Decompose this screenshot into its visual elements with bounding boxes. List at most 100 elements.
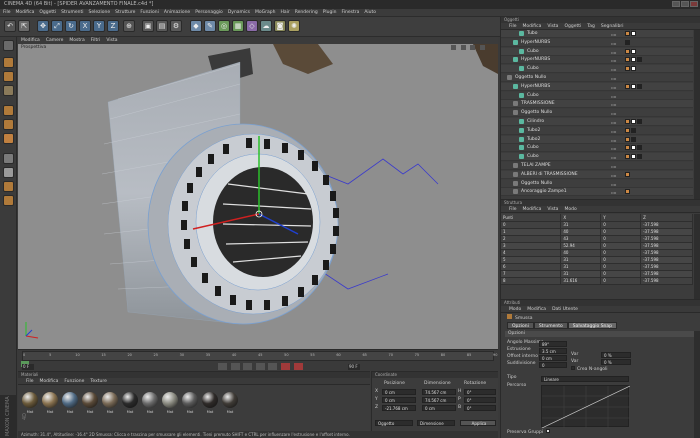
tag-icon[interactable]: [637, 145, 642, 151]
viewport-menu-mostra[interactable]: Mostra: [69, 37, 84, 44]
table-row[interactable]: 7 31 0 -37.598: [501, 270, 693, 278]
visibility-dots[interactable]: ▫▫: [611, 145, 621, 151]
structure-menu-vista[interactable]: Vista: [547, 206, 558, 212]
menu-hair[interactable]: Hair: [280, 9, 289, 16]
axis-lock-icon[interactable]: [3, 167, 14, 178]
timeline-end-field[interactable]: 90 F: [348, 364, 360, 370]
structure-scrollbar[interactable]: [694, 214, 700, 300]
timeline-ruler[interactable]: 0 5 10 15 20 25 30 35 40 45 50 55 60 65 70 75 80 85 90: [22, 351, 497, 361]
menu-dynamics[interactable]: Dynamics: [228, 9, 250, 16]
tag-icon[interactable]: [637, 154, 642, 160]
coordinate-mode-select[interactable]: Oggetto: [375, 420, 413, 426]
object-row[interactable]: HyperNURBS ▫▫: [501, 38, 693, 47]
dimension-field[interactable]: 74.567 cm: [422, 389, 456, 395]
perspective-viewport[interactable]: Prospettiva: [18, 44, 498, 349]
attribute-menu-modifica[interactable]: Modifica: [527, 306, 546, 312]
menu-finestra[interactable]: Finestra: [341, 9, 359, 16]
tag-icon[interactable]: [625, 154, 630, 160]
menu-animazione[interactable]: Animazione: [164, 9, 190, 16]
move-icon[interactable]: ✥: [37, 20, 49, 32]
pen-icon[interactable]: ✎: [204, 20, 216, 32]
structure-menu-modifica[interactable]: Modifica: [523, 206, 542, 212]
material-swatch[interactable]: [62, 392, 78, 408]
object-menu-oggetti[interactable]: Oggetti: [564, 23, 581, 29]
live-selection-icon[interactable]: ⇱: [18, 20, 30, 32]
tag-icon[interactable]: [631, 83, 636, 89]
visibility-dots[interactable]: ▫▫: [611, 84, 621, 90]
material-swatch[interactable]: [202, 392, 218, 408]
tag-icon[interactable]: [637, 57, 642, 63]
table-cell[interactable]: 40: [560, 228, 602, 236]
points-mode-icon[interactable]: [3, 105, 14, 116]
tag-icon[interactable]: [625, 31, 630, 36]
table-row[interactable]: 0 31 0 -37.598: [501, 221, 693, 229]
environment-icon[interactable]: ☁: [260, 20, 272, 32]
array-icon[interactable]: ▦: [232, 20, 244, 32]
table-cell[interactable]: -37.598: [640, 277, 693, 285]
attribute-tab-2[interactable]: Salvataggio Snap: [567, 322, 618, 329]
table-cell[interactable]: 0: [501, 221, 562, 229]
nurbs-icon[interactable]: ◎: [218, 20, 230, 32]
attribute-menu-dati-utente[interactable]: Dati Utente: [552, 306, 578, 312]
material-menu-funzione[interactable]: Funzione: [64, 378, 84, 384]
table-row[interactable]: 2 43 0 -37.598: [501, 235, 693, 243]
object-row[interactable]: TRASMISSIONE ▫▫: [501, 100, 693, 109]
tag-icon[interactable]: [637, 83, 642, 89]
apply-button[interactable]: Applica: [460, 420, 496, 426]
viewport-menu-filtri[interactable]: Filtri: [91, 37, 101, 44]
object-row[interactable]: HyperNURBS ▫▫: [501, 82, 693, 91]
tag-icon[interactable]: [625, 171, 630, 177]
table-cell[interactable]: 31: [560, 221, 602, 229]
table-cell[interactable]: 8: [501, 277, 562, 285]
table-cell[interactable]: 0: [600, 242, 642, 250]
object-row[interactable]: Cubo ▫▫: [501, 144, 693, 153]
workplane-icon[interactable]: [3, 85, 14, 96]
undo-icon[interactable]: ↶: [4, 20, 16, 32]
attribute-tab-1[interactable]: Strumento: [533, 322, 568, 329]
visibility-dots[interactable]: ▫▫: [611, 57, 621, 63]
object-row[interactable]: Cubo ▫▫: [501, 65, 693, 74]
object-row[interactable]: Cilindro ▫▫: [501, 118, 693, 126]
menu-strutture[interactable]: Strutture: [115, 9, 135, 16]
tag-icon[interactable]: [631, 119, 636, 124]
snap-icon[interactable]: [3, 153, 14, 164]
play-icon[interactable]: [243, 363, 253, 370]
menu-file[interactable]: File: [3, 9, 11, 16]
visibility-dots[interactable]: ▫▫: [611, 172, 621, 178]
object-menu-file[interactable]: File: [509, 23, 517, 29]
object-row[interactable]: ALBERI di TRASMISSIONE ▫▫: [501, 170, 693, 179]
menu-selezione[interactable]: Selezione: [89, 9, 111, 16]
table-cell[interactable]: 6: [501, 263, 562, 271]
polygons-mode-icon[interactable]: [3, 133, 14, 144]
extrusion-var-field[interactable]: 0 %: [601, 352, 631, 358]
object-row[interactable]: Cubo ▫▫: [501, 47, 693, 56]
rotation-field[interactable]: 0°: [464, 389, 496, 395]
visibility-dots[interactable]: ▫▫: [611, 119, 621, 125]
tag-icon[interactable]: [625, 189, 630, 195]
tag-icon[interactable]: [625, 119, 630, 124]
table-cell[interactable]: -37.598: [640, 221, 693, 229]
model-mode-icon[interactable]: [3, 57, 14, 68]
camera-icon[interactable]: ◙: [274, 20, 286, 32]
table-cell[interactable]: 0: [600, 221, 642, 229]
object-scrollbar[interactable]: [694, 30, 700, 199]
dimension-field[interactable]: 74.567 cm: [422, 397, 456, 403]
visibility-dots[interactable]: ▫▫: [611, 128, 621, 134]
offset-var-field[interactable]: 0 %: [601, 359, 631, 365]
soft-selection-icon[interactable]: [3, 195, 14, 206]
rotation-field[interactable]: 0°: [464, 405, 496, 411]
rotation-field[interactable]: 0°: [464, 397, 496, 403]
table-cell[interactable]: 0: [600, 249, 642, 257]
table-row[interactable]: 6 31 0 -37.598: [501, 263, 693, 271]
table-cell[interactable]: 31: [560, 270, 602, 278]
tag-icon[interactable]: [625, 145, 630, 151]
table-cell[interactable]: -37.598: [640, 235, 693, 243]
table-cell[interactable]: 31: [560, 256, 602, 264]
material-swatch[interactable]: [222, 392, 238, 408]
render-view-icon[interactable]: ▣: [142, 20, 154, 32]
object-menu-tag[interactable]: Tag: [587, 23, 595, 29]
prev-frame-icon[interactable]: [230, 363, 240, 370]
column-header[interactable]: Punti: [501, 214, 562, 222]
create-ngons-checkbox[interactable]: Crea N-angoli: [571, 366, 608, 372]
table-cell[interactable]: 5: [501, 256, 562, 264]
